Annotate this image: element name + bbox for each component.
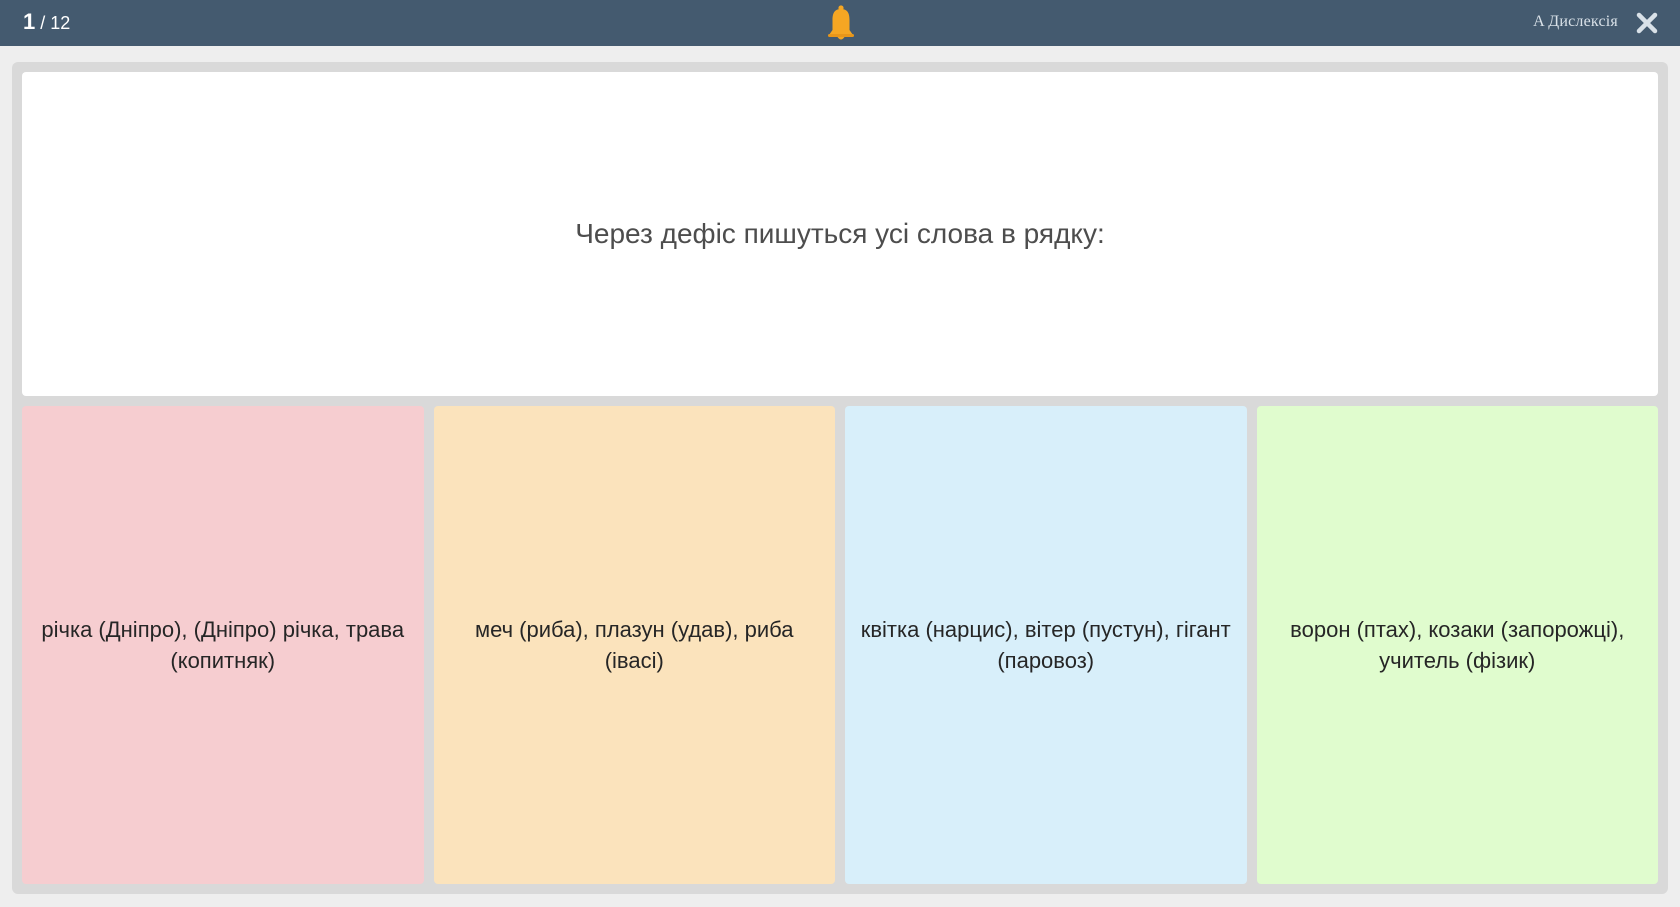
answer-text: річка (Дніпро), (Дніпро) річка, трава (к…: [41, 617, 405, 673]
dyslexia-toggle[interactable]: A Дислексія: [1533, 13, 1618, 31]
total-questions: / 12: [35, 13, 71, 33]
current-question-number: 1: [23, 9, 36, 34]
answer-option-1[interactable]: річка (Дніпро), (Дніпро) річка, трава (к…: [22, 406, 424, 884]
answer-text: меч (риба), плазун (удав), риба (івасі): [474, 617, 794, 673]
question-panel: Через дефіс пишуться усі слова в рядку:: [22, 72, 1658, 396]
answer-text: квітка (нарцис), вітер (пустун), гігант …: [860, 617, 1231, 673]
quiz-frame: Через дефіс пишуться усі слова в рядку: …: [12, 62, 1668, 894]
answer-option-2[interactable]: меч (риба), плазун (удав), риба (івасі): [433, 406, 835, 884]
answer-option-3[interactable]: квітка (нарцис), вітер (пустун), гігант …: [845, 406, 1247, 884]
answer-option-4[interactable]: ворон (птах), козаки (запорожці), учител…: [1256, 406, 1658, 884]
answers-row: річка (Дніпро), (Дніпро) річка, трава (к…: [22, 406, 1658, 884]
bell-icon[interactable]: [825, 4, 857, 42]
answer-text: ворон (птах), козаки (запорожці), учител…: [1290, 617, 1625, 673]
question-counter: 1 / 12: [23, 10, 70, 35]
close-icon[interactable]: [1636, 12, 1658, 34]
question-text: Через дефіс пишуться усі слова в рядку:: [575, 218, 1105, 249]
top-bar: 1 / 12 A Дислексія: [0, 0, 1680, 46]
